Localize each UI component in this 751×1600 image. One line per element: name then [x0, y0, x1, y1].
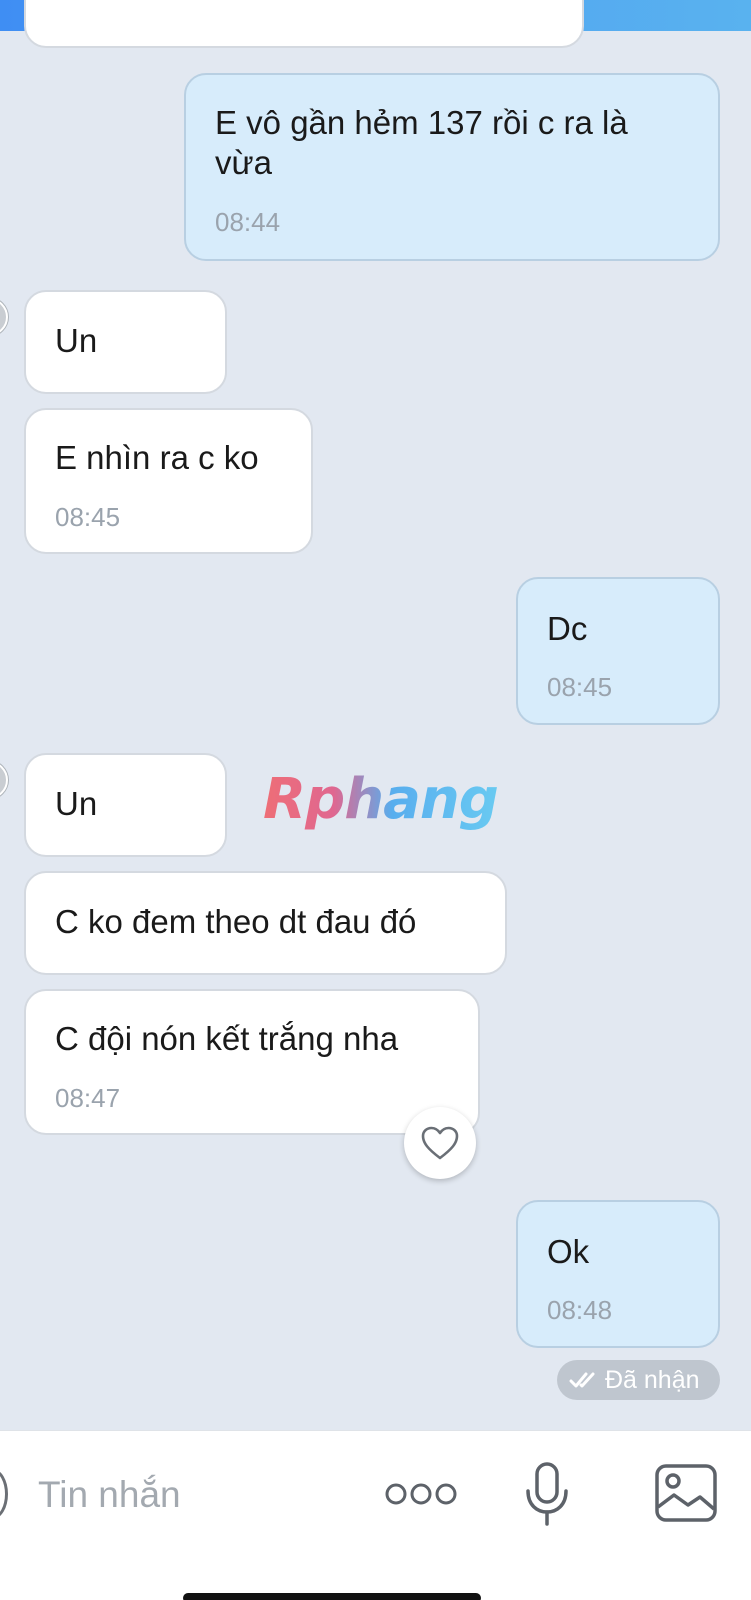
partial-message-bubble	[24, 0, 584, 48]
message-composer: Tin nhắn	[0, 1430, 751, 1600]
image-gallery-icon	[655, 1464, 717, 1522]
delivery-status-text: Đã nhận	[605, 1366, 700, 1394]
message-text: C ko đem theo dt đau đó	[55, 903, 417, 940]
message-text: Ok	[547, 1233, 590, 1270]
message-text: Un	[55, 322, 98, 359]
message-text: C đội nón kết trắng nha	[55, 1020, 399, 1057]
message-text: Dc	[547, 610, 588, 647]
message-time: 08:47	[55, 1083, 121, 1113]
message-input[interactable]: Tin nhắn	[38, 1473, 181, 1517]
message-time: 08:45	[55, 502, 121, 532]
message-time: 08:48	[547, 1295, 613, 1325]
message-bubble-incoming[interactable]: Un	[24, 290, 227, 394]
home-indicator	[183, 1593, 481, 1600]
message-bubble-incoming[interactable]: Un	[24, 753, 227, 857]
more-options-button[interactable]	[385, 1479, 457, 1514]
emoji-icon[interactable]	[0, 1469, 8, 1519]
message-time: 08:45	[547, 672, 613, 702]
heart-outline-icon	[421, 1126, 459, 1160]
message-bubble-incoming[interactable]: C ko đem theo dt đau đó	[24, 871, 507, 975]
double-check-icon	[569, 1372, 595, 1388]
message-bubble-incoming[interactable]: E nhìn ra c ko 08:45	[24, 408, 313, 554]
message-bubble-incoming[interactable]: C đội nón kết trắng nha 08:47	[24, 989, 480, 1135]
message-text: Un	[55, 785, 98, 822]
message-bubble-outgoing[interactable]: E vô gần hẻm 137 rồi c ra là vừa 08:44	[184, 73, 720, 261]
delivery-status-badge: Đã nhận	[557, 1360, 720, 1400]
send-image-button[interactable]	[654, 1463, 718, 1528]
message-bubble-outgoing[interactable]: Ok 08:48	[516, 1200, 720, 1348]
watermark-logo: Rphang	[263, 767, 499, 832]
message-time: 08:44	[215, 207, 281, 237]
voice-message-button[interactable]	[523, 1461, 571, 1532]
heart-reaction-button[interactable]	[404, 1107, 476, 1179]
contact-avatar[interactable]	[0, 298, 8, 336]
more-options-icon	[385, 1483, 457, 1505]
contact-avatar[interactable]	[0, 761, 8, 799]
microphone-icon	[526, 1462, 568, 1526]
message-text: E nhìn ra c ko	[55, 439, 259, 476]
message-text: E vô gần hẻm 137 rồi c ra là vừa	[215, 104, 637, 181]
message-bubble-outgoing[interactable]: Dc 08:45	[516, 577, 720, 725]
